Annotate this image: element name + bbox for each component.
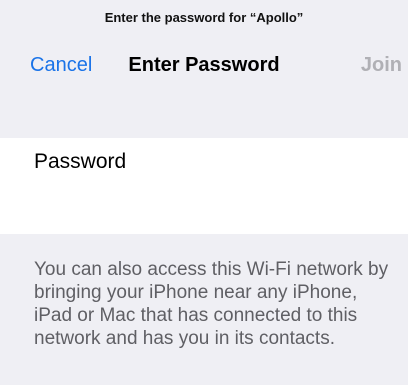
password-field-group: Password xyxy=(0,138,408,234)
join-button[interactable]: Join xyxy=(361,54,402,77)
page-title: Enter Password xyxy=(128,54,280,76)
wifi-password-sheet: Enter the password for “Apollo” Cancel E… xyxy=(0,0,408,385)
network-prompt: Enter the password for “Apollo” xyxy=(104,10,304,25)
password-label: Password xyxy=(34,150,127,173)
nearby-device-hint: You can also access this Wi-Fi network b… xyxy=(34,259,389,349)
password-input[interactable] xyxy=(140,146,394,182)
navigation-bar: Cancel Enter Password Join xyxy=(0,40,408,96)
